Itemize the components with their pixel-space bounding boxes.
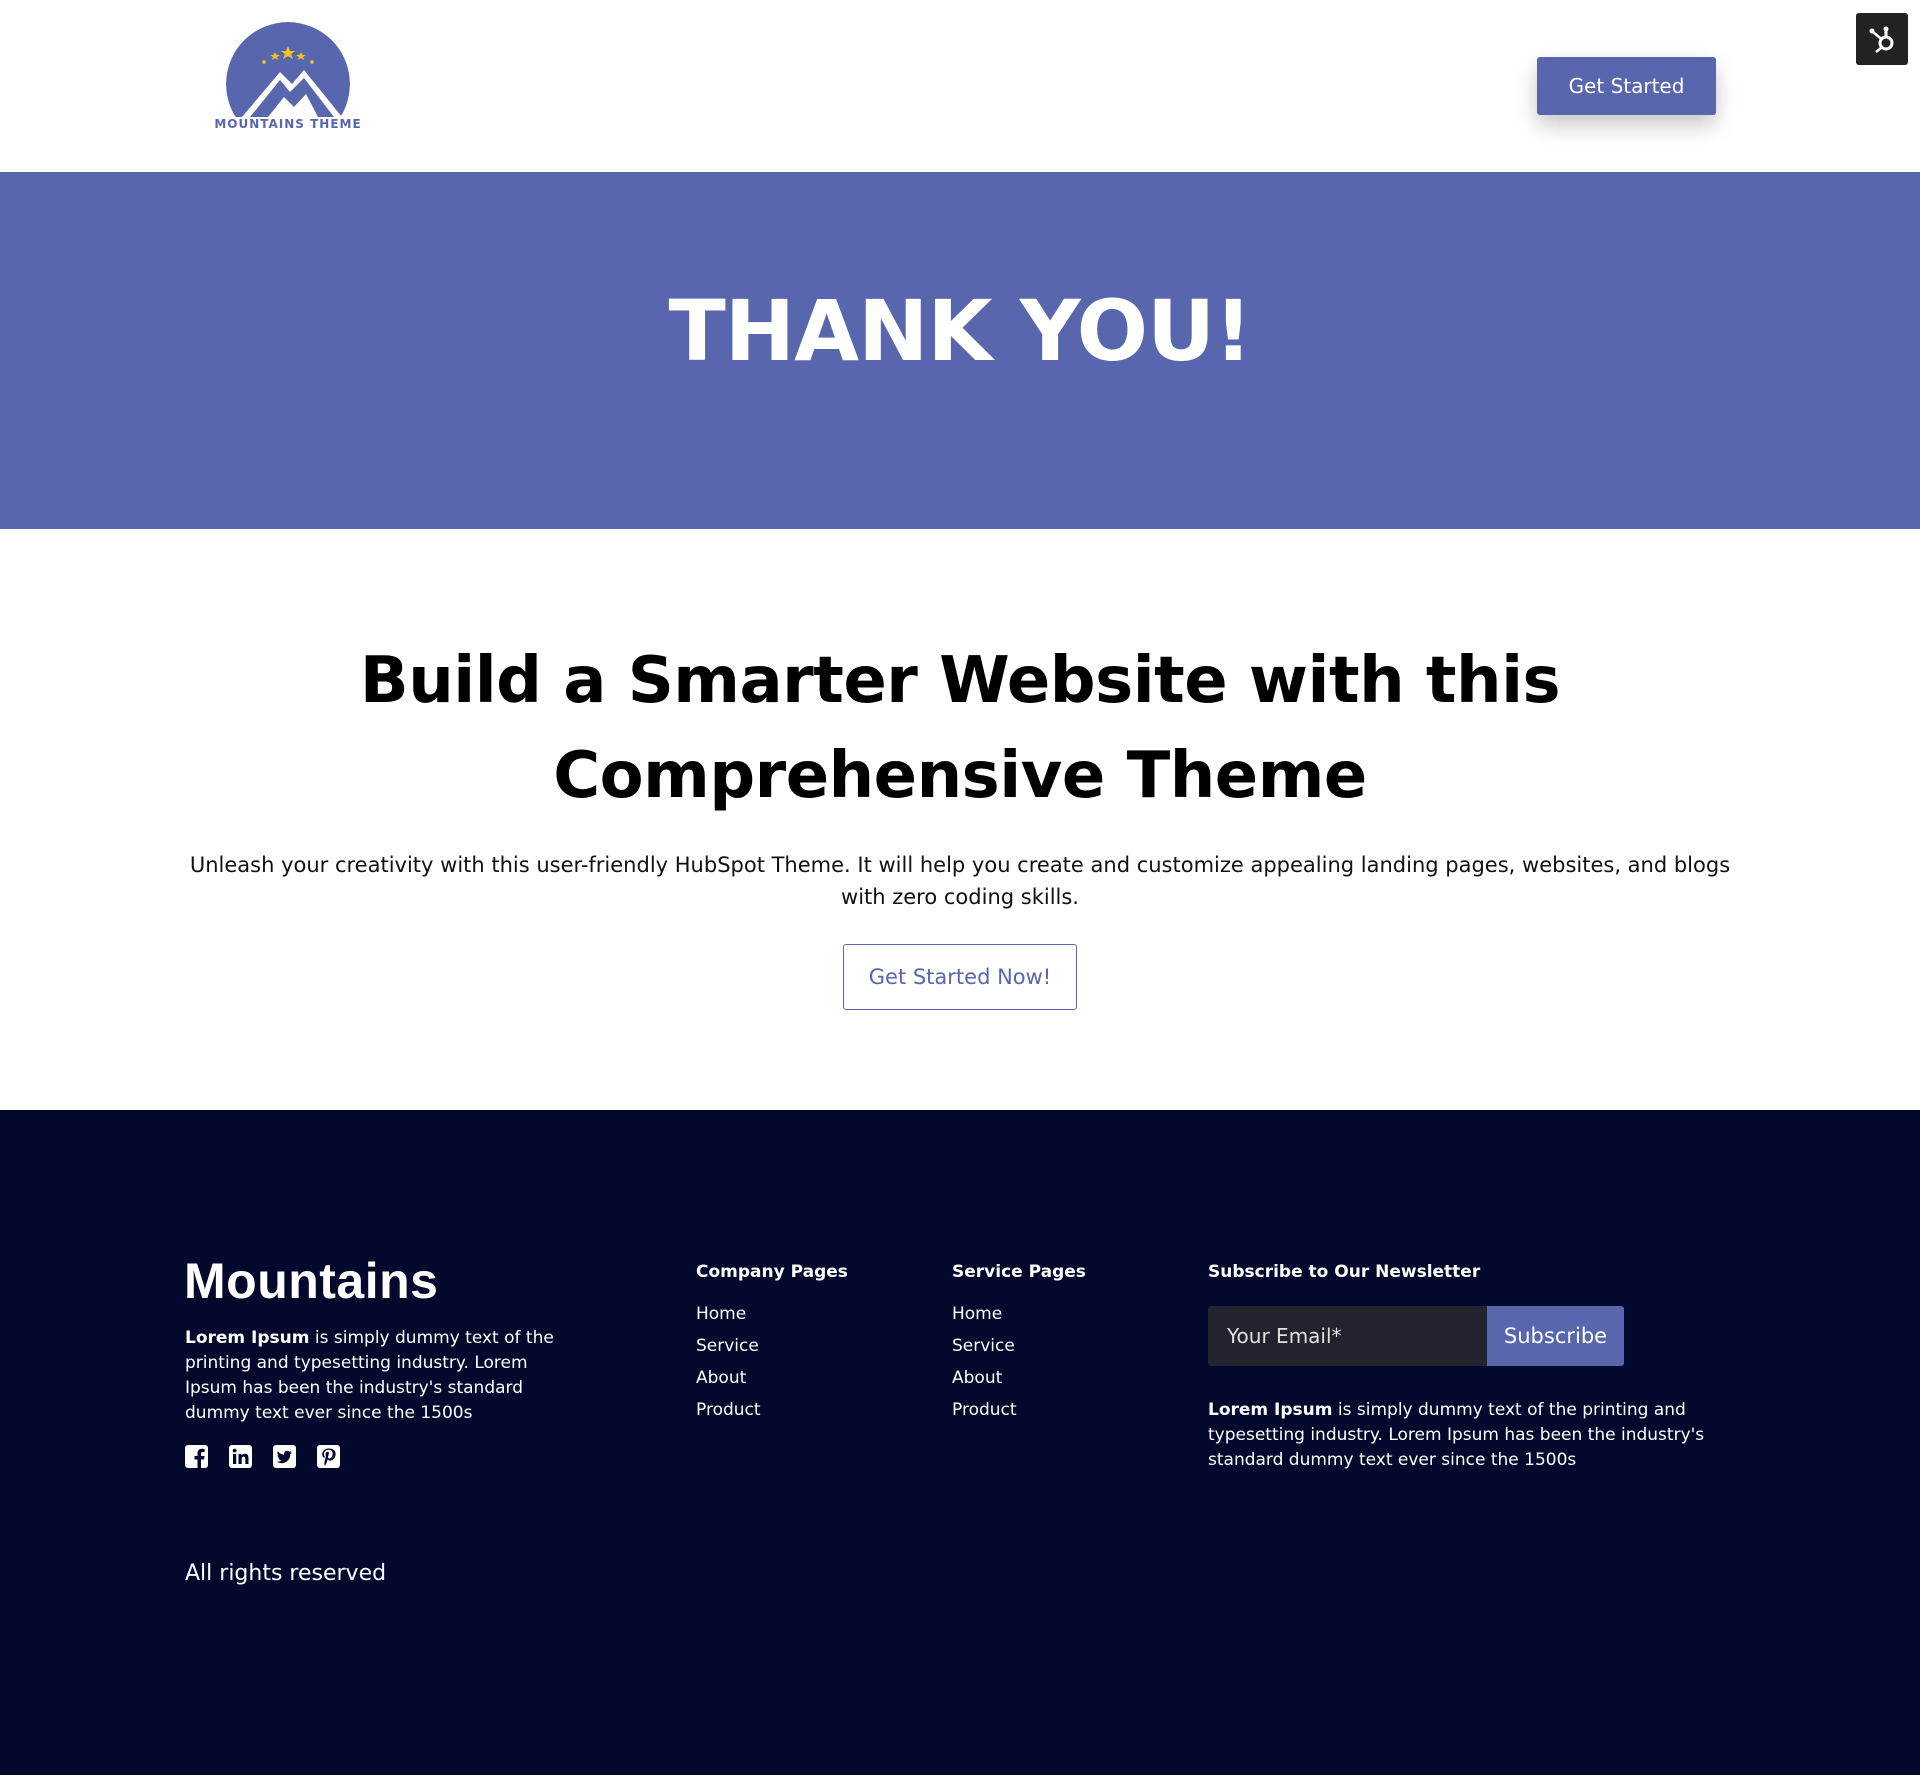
get-started-button[interactable]: Get Started bbox=[1537, 57, 1716, 115]
section-subtext: Unleash your creativity with this user-f… bbox=[189, 853, 1731, 909]
headline-line-2: Comprehensive Theme bbox=[553, 739, 1367, 813]
hero-title: THANK YOU! bbox=[668, 282, 1252, 380]
subscribe-button[interactable]: Subscribe bbox=[1487, 1306, 1624, 1366]
mountain-logo-icon bbox=[206, 22, 370, 146]
company-link-home[interactable]: Home bbox=[696, 1298, 761, 1330]
company-link-service[interactable]: Service bbox=[696, 1330, 761, 1362]
footer-description: Lorem Ipsum is simply dummy text of the … bbox=[185, 1326, 565, 1426]
service-link-about[interactable]: About bbox=[952, 1362, 1017, 1394]
newsletter-title: Subscribe to Our Newsletter bbox=[1208, 1262, 1481, 1282]
company-pages-title: Company Pages bbox=[696, 1262, 848, 1282]
service-pages-list: Home Service About Product bbox=[952, 1298, 1017, 1426]
service-pages-title: Service Pages bbox=[952, 1262, 1086, 1282]
main-section: Build a Smarter Website with this Compre… bbox=[0, 529, 1920, 1110]
headline-line-1: Build a Smarter Website with this bbox=[359, 644, 1561, 718]
hubspot-icon bbox=[1869, 26, 1894, 53]
footer-desc-bold: Lorem Ipsum bbox=[185, 1328, 310, 1348]
company-pages-list: Home Service About Product bbox=[696, 1298, 761, 1426]
twitter-icon[interactable] bbox=[272, 1444, 297, 1469]
logo-text: MOUNTAINS THEME bbox=[214, 117, 362, 131]
section-headline: Build a Smarter Website with this Compre… bbox=[260, 634, 1660, 824]
newsletter-description: Lorem Ipsum is simply dummy text of the … bbox=[1208, 1398, 1738, 1473]
service-link-home[interactable]: Home bbox=[952, 1298, 1017, 1330]
company-link-about[interactable]: About bbox=[696, 1362, 761, 1394]
email-input[interactable] bbox=[1208, 1306, 1487, 1366]
copyright-text: All rights reserved bbox=[185, 1561, 387, 1586]
social-links bbox=[184, 1444, 341, 1469]
service-link-service[interactable]: Service bbox=[952, 1330, 1017, 1362]
logo[interactable]: MOUNTAINS THEME bbox=[206, 22, 370, 146]
linkedin-icon[interactable] bbox=[228, 1444, 253, 1469]
company-link-product[interactable]: Product bbox=[696, 1394, 761, 1426]
pinterest-icon[interactable] bbox=[316, 1444, 341, 1469]
footer-brand: Mountains bbox=[184, 1253, 439, 1309]
service-link-product[interactable]: Product bbox=[952, 1394, 1017, 1426]
facebook-icon[interactable] bbox=[184, 1444, 209, 1469]
site-footer: Mountains Lorem Ipsum is simply dummy te… bbox=[0, 1110, 1920, 1775]
get-started-now-button[interactable]: Get Started Now! bbox=[843, 944, 1077, 1010]
newsletter-desc-bold: Lorem Ipsum bbox=[1208, 1400, 1333, 1420]
site-header: MOUNTAINS THEME Get Started bbox=[0, 0, 1920, 172]
hero-banner: THANK YOU! bbox=[0, 172, 1920, 529]
hubspot-sprocket-button[interactable] bbox=[1856, 13, 1908, 65]
